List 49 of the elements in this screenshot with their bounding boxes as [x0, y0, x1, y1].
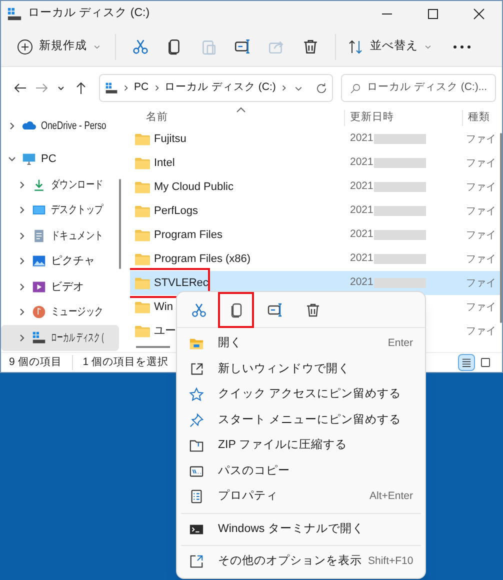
type-text: ファイ — [465, 204, 496, 218]
file-name: Win — [154, 300, 173, 315]
nav-label: ミュージック — [51, 305, 104, 320]
menu-label: クイック アクセスにピン留めする — [218, 386, 402, 402]
file-name: STVLERec — [154, 276, 208, 291]
menu-label: 開く — [218, 336, 242, 352]
file-name: ユー — [154, 324, 176, 339]
menu-label: プロパティ — [218, 488, 278, 504]
menu-label: ZIP ファイルに圧縮する — [218, 438, 347, 454]
date-text: 2021 — [350, 275, 374, 290]
menu-label: その他のオプションを表示 — [218, 553, 362, 570]
nav-label: デスクトップ — [51, 202, 104, 218]
nav-label: PC — [41, 152, 56, 167]
nav-label: ビデオ — [51, 280, 84, 294]
nav-label: ドキュメント — [51, 228, 104, 244]
nav-label: ダウンロード — [51, 178, 104, 192]
date-text: 2021 — [350, 227, 374, 242]
file-name: Program Files — [154, 228, 222, 243]
type-text: ファイ — [465, 180, 496, 194]
selection-count: 1 個の項目を選択 — [82, 354, 169, 370]
menu-label: Windows ターミナルで開く — [218, 522, 364, 537]
shortcut-text: Alt+Enter — [368, 488, 413, 504]
type-text: ファイ — [465, 324, 496, 338]
date-text: 2021 — [350, 155, 374, 170]
date-text: 2021 — [350, 179, 374, 194]
menu-label: パスのコピー — [218, 464, 290, 479]
menu-label: 新しいウィンドウで開く — [218, 361, 350, 377]
date-text: 2021 — [350, 203, 374, 218]
shortcut-text: Shift+F10 — [367, 554, 414, 569]
file-name: Fujitsu — [154, 132, 186, 147]
shortcut-text: Enter — [386, 336, 413, 351]
type-text: ファイ — [465, 228, 496, 242]
type-text: ファイ — [465, 300, 496, 314]
file-name: My Cloud Public — [154, 180, 234, 195]
type-text: ファイ — [465, 132, 496, 146]
file-name: PerfLogs — [154, 204, 198, 219]
window-title: ローカル ディスク (C:) — [28, 6, 150, 22]
item-count: 9 個の項目 — [9, 354, 73, 370]
date-text: 2021 — [350, 251, 374, 266]
type-text: ファイ — [465, 252, 496, 266]
nav-label: OneDrive - Perso — [41, 118, 106, 134]
type-text: ファイ — [465, 156, 496, 170]
date-text: 2021 — [350, 131, 374, 146]
type-text: ファイ — [465, 276, 496, 290]
nav-label: ピクチャ — [51, 254, 95, 269]
file-name: Intel — [154, 156, 175, 171]
nav-label: ローカル ディスク ( — [51, 330, 104, 346]
menu-label: スタート メニューにピン留めする — [218, 412, 402, 428]
file-name: Program Files (x86) — [154, 252, 251, 267]
